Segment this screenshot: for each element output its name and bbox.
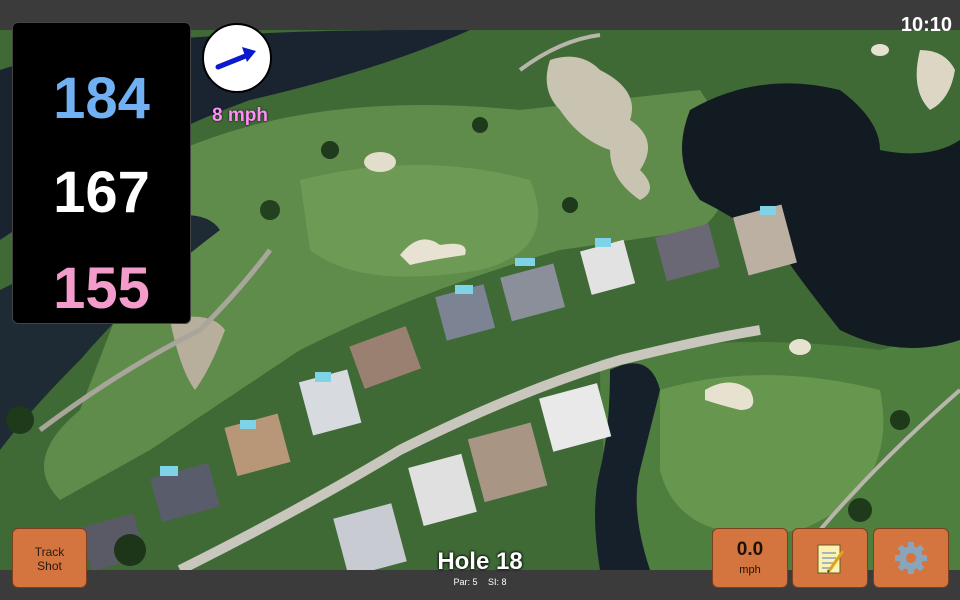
scorecard-notes-button[interactable]: [792, 528, 868, 588]
hole-title: Hole 18: [437, 548, 523, 575]
hole-info: Par: 5 SI: 8: [380, 577, 580, 587]
hole-stroke-index: SI: 8: [488, 577, 507, 587]
track-shot-label-line1: Track: [34, 545, 65, 559]
speed-value: 0.0: [736, 539, 764, 560]
middle-of-green-distance: 167: [53, 160, 150, 225]
notepad-icon: [817, 544, 845, 574]
track-shot-button[interactable]: Track Shot: [12, 528, 87, 588]
settings-button[interactable]: [873, 528, 949, 588]
front-of-green-distance: 155: [53, 256, 150, 321]
speed-unit: mph: [739, 564, 761, 576]
gear-icon: [895, 542, 927, 574]
speed-readout-button[interactable]: 0.0 mph: [712, 528, 788, 588]
wind-speed-label: 8 mph: [212, 105, 268, 126]
track-shot-label-line2: Shot: [37, 559, 62, 573]
distance-panel: 184 167 155: [12, 22, 191, 324]
hole-par: Par: 5: [453, 577, 478, 587]
back-of-green-distance: 184: [53, 66, 150, 131]
wind-arrow-icon: [215, 47, 256, 70]
wind-direction-indicator: [202, 23, 272, 93]
status-clock: 10:10: [900, 14, 952, 36]
